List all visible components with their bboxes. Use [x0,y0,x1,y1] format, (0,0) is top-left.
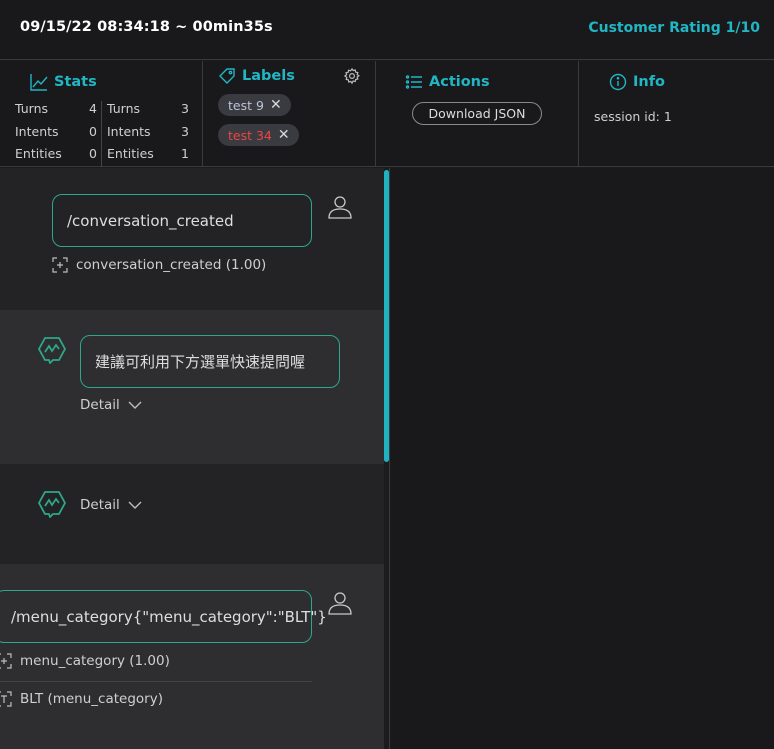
stat-value: 3 [181,123,189,139]
user-message-bubble[interactable]: /menu_category{"menu_category":"BLT"} [0,590,327,643]
detail-toggle[interactable]: Detail [80,397,142,413]
gear-icon[interactable] [343,67,361,85]
stat-value: 0 [89,123,97,139]
bot-avatar-icon [37,491,67,518]
stat-label: Turns [15,101,49,116]
tag-icon [219,68,235,84]
stat-label: Intents [107,123,151,139]
close-icon[interactable]: ✕ [270,97,282,113]
user-avatar-icon [328,196,352,219]
entity-icon [0,691,12,707]
labels-title-label: Labels [242,68,295,84]
stat-label: Intents [15,123,59,139]
stat-row: Turns 3 [107,101,189,124]
stats-title-label: Stats [54,74,97,90]
intent-text: menu_category (1.00) [20,653,170,669]
line-chart-icon [30,74,48,91]
customer-rating[interactable]: Customer Rating 1/10 [588,20,760,36]
bot-turn: Detail [0,464,384,564]
detail-label: Detail [80,397,120,413]
bot-message-text: 建議可利用下方選單快速提問喔 [95,353,306,371]
actions-title: Actions [405,73,490,91]
divider [0,681,312,682]
entity-row: BLT (menu_category) [0,691,163,707]
stats-title: Stats [30,73,97,91]
stat-row: Intents 0 [15,124,97,147]
stat-value: 4 [89,101,97,116]
header-bar: 09/15/22 08:34:18 ~ 00min35s Customer Ra… [0,0,774,60]
stat-value: 1 [181,146,189,161]
conversation-panel[interactable]: /conversation_created conversation_creat… [0,168,390,749]
intent-row: menu_category (1.00) [0,653,170,669]
bot-avatar-icon [37,337,67,364]
detail-toggle[interactable]: Detail [80,497,142,513]
intent-text: conversation_created (1.00) [76,257,267,273]
close-icon[interactable]: ✕ [278,127,290,143]
intent-icon [52,257,68,273]
session-id: session id: 1 [594,109,672,124]
stat-row: Turns 4 [15,101,97,124]
stats-panel: Stats Turns 4 Intents 0 Entities 0 Turns 3 I… [0,61,203,167]
info-icon [609,73,627,91]
stat-row: Entities 1 [107,146,189,169]
stat-label: Entities [15,146,62,161]
user-message-text: /conversation_created [67,211,234,230]
intent-row: conversation_created (1.00) [52,257,266,273]
stat-label: Entities [107,146,154,161]
stat-value: 0 [89,146,97,161]
actions-title-label: Actions [429,74,490,90]
session-timestamp: 09/15/22 08:34:18 ~ 00min35s [20,19,273,35]
stats-left-column: Turns 4 Intents 0 Entities 0 [15,101,97,169]
detail-area [391,168,774,749]
stat-row: Entities 0 [15,146,97,169]
entity-text: BLT (menu_category) [20,691,163,707]
actions-panel: Actions Download JSON [376,61,579,167]
download-json-button[interactable]: Download JSON [412,102,542,125]
labels-title: Labels [218,67,295,85]
stat-label: Turns [107,101,141,116]
user-avatar-icon [328,592,352,615]
info-title-label: Info [633,74,665,90]
stats-divider [101,101,102,167]
chevron-down-icon [128,501,142,509]
info-title: Info [609,73,665,91]
user-turn: /menu_category{"menu_category":"BLT"} me… [0,564,384,749]
stat-value: 3 [181,101,189,116]
intent-icon [0,653,12,669]
label-chip[interactable]: test 9 ✕ [218,94,291,116]
user-message-bubble[interactable]: /conversation_created [52,194,312,247]
labels-panel: Labels test 9 ✕ test 34 ✕ [203,61,376,167]
info-panel: Info session id: 1 [579,61,774,167]
scrollbar-thumb[interactable] [384,170,389,462]
label-chip-text: test 9 [228,97,264,113]
label-chip-text: test 34 [228,127,272,143]
list-icon [405,75,422,89]
stats-right-column: Turns 3 Intents 3 Entities 1 [107,101,189,169]
bot-message-bubble[interactable]: 建議可利用下方選單快速提問喔 [80,335,340,388]
label-chip[interactable]: test 34 ✕ [218,124,299,146]
summary-panels: Stats Turns 4 Intents 0 Entities 0 Turns 3 I… [0,61,774,167]
bot-turn: 建議可利用下方選單快速提問喔 Detail [0,310,384,464]
chevron-down-icon [128,401,142,409]
user-message-text: /menu_category{"menu_category":"BLT"} [11,607,327,626]
stat-row: Intents 3 [107,124,189,147]
user-turn: /conversation_created conversation_creat… [0,168,384,310]
detail-label: Detail [80,497,120,513]
